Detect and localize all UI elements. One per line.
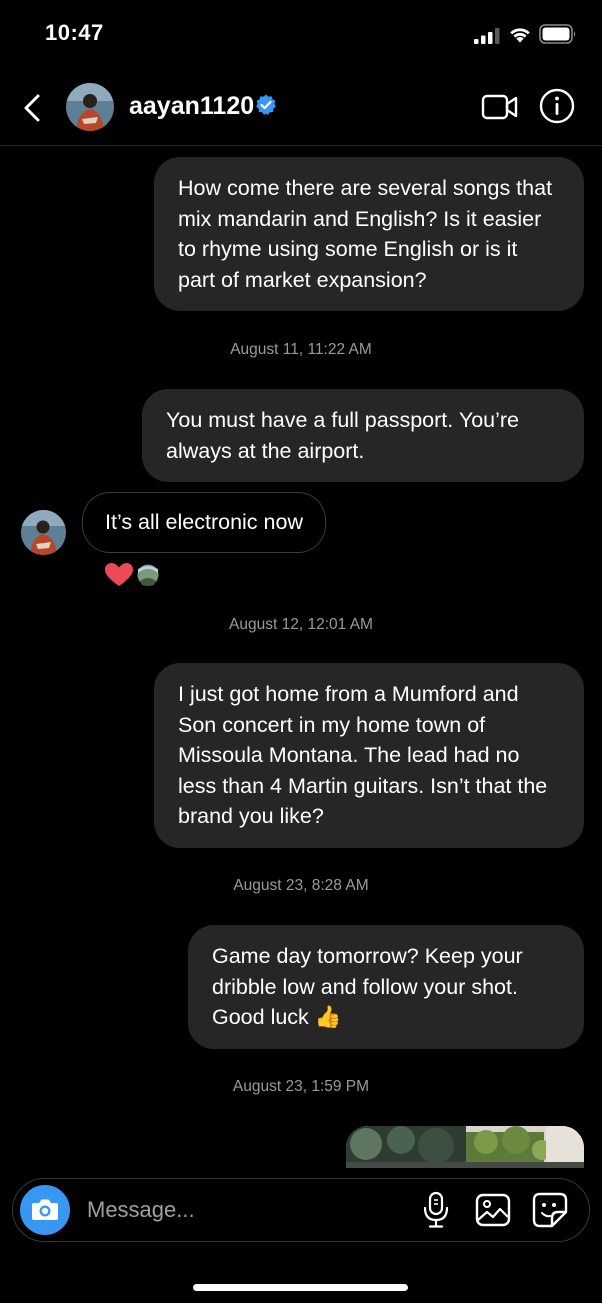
verified-badge-icon [256, 94, 276, 115]
message-composer [12, 1178, 590, 1242]
message-outgoing[interactable]: How come there are several songs that mi… [154, 157, 584, 311]
cellular-signal-icon [474, 28, 500, 44]
microphone-icon[interactable] [421, 1191, 451, 1229]
heart-icon [105, 563, 133, 586]
video-call-icon[interactable] [480, 90, 520, 124]
chat-header: aayan1120 [0, 70, 602, 146]
camera-icon [32, 1199, 58, 1220]
status-bar: 10:47 [0, 0, 602, 70]
camera-button[interactable] [20, 1185, 70, 1235]
message-outgoing[interactable]: I just got home from a Mumford and Son c… [154, 663, 584, 848]
sticker-icon[interactable] [532, 1192, 568, 1228]
message-timestamp: August 23, 1:59 PM [232, 1078, 370, 1095]
message-incoming[interactable]: It’s all electronic now [82, 492, 326, 553]
back-icon[interactable] [14, 88, 50, 128]
gallery-icon[interactable] [475, 1193, 511, 1227]
message-timestamp: August 23, 8:28 AM [233, 877, 369, 894]
wifi-icon [510, 28, 530, 43]
reactor-avatar [136, 563, 160, 587]
message-timestamp: August 11, 11:22 AM [230, 341, 372, 358]
info-icon[interactable] [538, 87, 576, 125]
username[interactable]: aayan1120 [129, 92, 254, 121]
message-input[interactable] [87, 1193, 387, 1227]
message-outgoing[interactable]: Game day tomorrow? Keep your dribble low… [188, 925, 584, 1049]
message-reactions[interactable] [104, 561, 164, 589]
message-outgoing[interactable]: You must have a full passport. You’re al… [142, 389, 584, 482]
avatar[interactable] [66, 83, 114, 131]
home-indicator[interactable] [193, 1284, 408, 1291]
sender-avatar[interactable] [21, 510, 66, 555]
battery-icon [539, 24, 576, 44]
message-timestamp: August 12, 12:01 AM [229, 616, 373, 633]
status-time: 10:47 [45, 20, 104, 45]
photo-message[interactable] [346, 1126, 584, 1168]
